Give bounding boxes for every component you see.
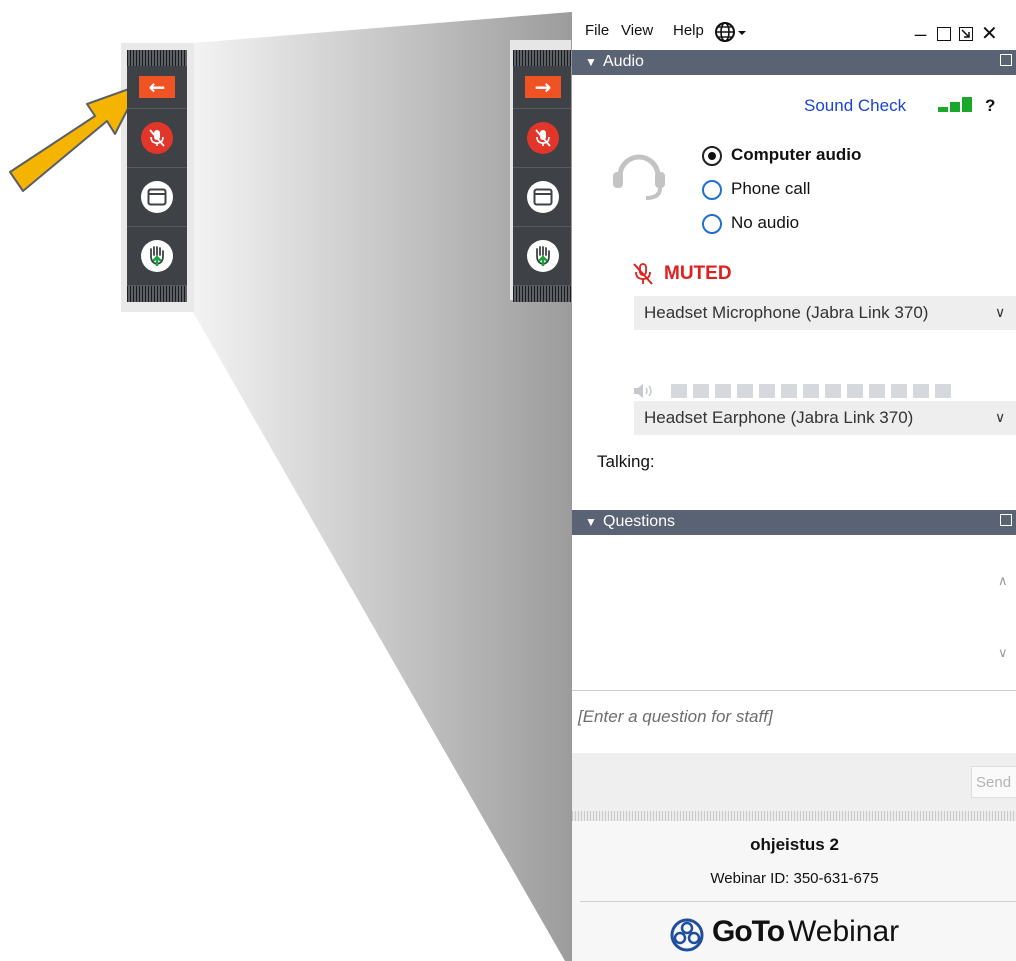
no-audio-radio[interactable] xyxy=(702,214,722,234)
control-panel: File View Help _ ✕ ▼ Audio Sound Check ?… xyxy=(571,12,1016,961)
window-icon xyxy=(141,181,173,213)
microphone-muted-icon xyxy=(141,122,173,154)
level-meter-segment xyxy=(693,384,709,398)
speaker-icon xyxy=(634,384,652,398)
popout-icon[interactable] xyxy=(1000,54,1012,66)
popout-icon[interactable] xyxy=(1000,514,1012,526)
phone-call-radio[interactable] xyxy=(702,180,722,200)
level-meter-segment xyxy=(935,384,951,398)
send-button-label: Send xyxy=(976,774,1012,791)
questions-section-title: Questions xyxy=(603,513,676,530)
level-meter-segment xyxy=(825,384,841,398)
chevron-down-icon: ∨ xyxy=(995,409,1006,425)
mini-toolbar-expanded: → xyxy=(513,50,573,302)
level-meter-segment xyxy=(671,384,687,398)
level-meter-segment xyxy=(803,384,819,398)
microphone-select-value: Headset Microphone (Jabra Link 370) xyxy=(644,303,929,322)
globe-icon xyxy=(715,22,746,42)
muted-status: MUTED xyxy=(664,263,732,284)
menu-bar: File View Help _ ✕ xyxy=(572,12,1016,50)
microphone-select[interactable]: Headset Microphone (Jabra Link 370) ∨ xyxy=(634,296,1016,330)
menu-view[interactable]: View xyxy=(621,22,653,39)
question-input-placeholder: [Enter a question for staff] xyxy=(578,707,773,726)
pointer-arrow-icon xyxy=(9,84,141,192)
level-meter-segment xyxy=(847,384,863,398)
chevron-down-icon: ∨ xyxy=(995,304,1006,320)
speaker-select[interactable]: Headset Earphone (Jabra Link 370) ∨ xyxy=(634,401,1016,435)
webinar-footer: ohjeistus 2 Webinar ID: 350-631-675 GoTo… xyxy=(572,821,1016,961)
microphone-muted-icon[interactable] xyxy=(632,262,654,286)
arrow-right-icon: → xyxy=(525,75,561,99)
question-input[interactable]: [Enter a question for staff] xyxy=(572,690,1016,754)
talking-label: Talking: xyxy=(597,452,655,471)
window-icon xyxy=(527,181,559,213)
help-icon[interactable]: ? xyxy=(985,96,995,116)
minimize-button[interactable]: _ xyxy=(915,15,926,38)
raise-hand-icon xyxy=(527,240,559,272)
toolbar-grip-top[interactable] xyxy=(127,50,187,66)
collapse-triangle-icon: ▼ xyxy=(585,55,597,69)
level-meter-segment xyxy=(913,384,929,398)
popout-icon xyxy=(961,29,970,38)
scroll-up-icon[interactable]: ∧ xyxy=(998,573,1008,589)
menu-help[interactable]: Help xyxy=(673,22,704,39)
maximize-button[interactable] xyxy=(937,27,951,41)
collapse-button[interactable]: ← xyxy=(127,66,187,109)
scroll-down-icon[interactable]: ∨ xyxy=(998,645,1008,661)
signal-strength-icon xyxy=(938,97,972,112)
panel-resize-grip[interactable] xyxy=(572,811,1016,821)
raise-hand-button[interactable] xyxy=(513,227,573,286)
expand-button[interactable]: → xyxy=(513,66,573,109)
raise-hand-button[interactable] xyxy=(127,227,187,286)
mute-button[interactable] xyxy=(127,109,187,168)
questions-log[interactable]: ∧ ∨ xyxy=(572,535,1016,690)
screen-button[interactable] xyxy=(127,168,187,227)
computer-audio-label[interactable]: Computer audio xyxy=(731,145,861,165)
brand-goto: GoTo xyxy=(712,915,785,948)
audio-mode-options: Computer audio Phone call No audio xyxy=(572,144,1016,240)
arrow-left-icon: ← xyxy=(139,75,175,99)
level-meter-segment xyxy=(715,384,731,398)
webinar-title: ohjeistus 2 xyxy=(750,835,839,854)
level-meter-segment xyxy=(869,384,885,398)
audio-section-title: Audio xyxy=(603,53,644,70)
close-button[interactable]: ✕ xyxy=(981,21,998,46)
level-meter-segment xyxy=(891,384,907,398)
microphone-muted-icon xyxy=(527,122,559,154)
screen-button[interactable] xyxy=(513,168,573,227)
footer-divider xyxy=(580,901,1016,902)
level-meter-segment xyxy=(759,384,775,398)
menu-file[interactable]: File xyxy=(585,22,609,39)
questions-section-header[interactable]: ▼ Questions xyxy=(572,510,1016,535)
raise-hand-icon xyxy=(141,240,173,272)
level-meter-segment xyxy=(781,384,797,398)
gotowebinar-logo-icon xyxy=(670,918,704,952)
mute-button[interactable] xyxy=(513,109,573,168)
toolbar-grip-bottom[interactable] xyxy=(127,286,187,302)
brand-webinar: Webinar xyxy=(788,915,900,948)
popout-button[interactable] xyxy=(959,27,973,41)
send-button[interactable]: Send xyxy=(971,766,1016,798)
webinar-id: Webinar ID: 350-631-675 xyxy=(710,870,879,887)
language-button[interactable] xyxy=(714,21,748,48)
toolbar-grip-top[interactable] xyxy=(513,50,573,66)
toolbar-grip-bottom[interactable] xyxy=(513,286,573,302)
sound-check-link[interactable]: Sound Check xyxy=(804,96,906,116)
phone-call-label[interactable]: Phone call xyxy=(731,179,810,199)
collapse-triangle-icon: ▼ xyxy=(585,515,597,529)
speaker-select-value: Headset Earphone (Jabra Link 370) xyxy=(644,408,914,427)
no-audio-label[interactable]: No audio xyxy=(731,213,799,233)
send-bar: Send xyxy=(572,753,1016,811)
level-meter-segment xyxy=(737,384,753,398)
audio-section-header[interactable]: ▼ Audio xyxy=(572,50,1016,75)
computer-audio-radio[interactable] xyxy=(702,146,722,166)
mini-toolbar-collapsed: ← xyxy=(127,50,187,302)
